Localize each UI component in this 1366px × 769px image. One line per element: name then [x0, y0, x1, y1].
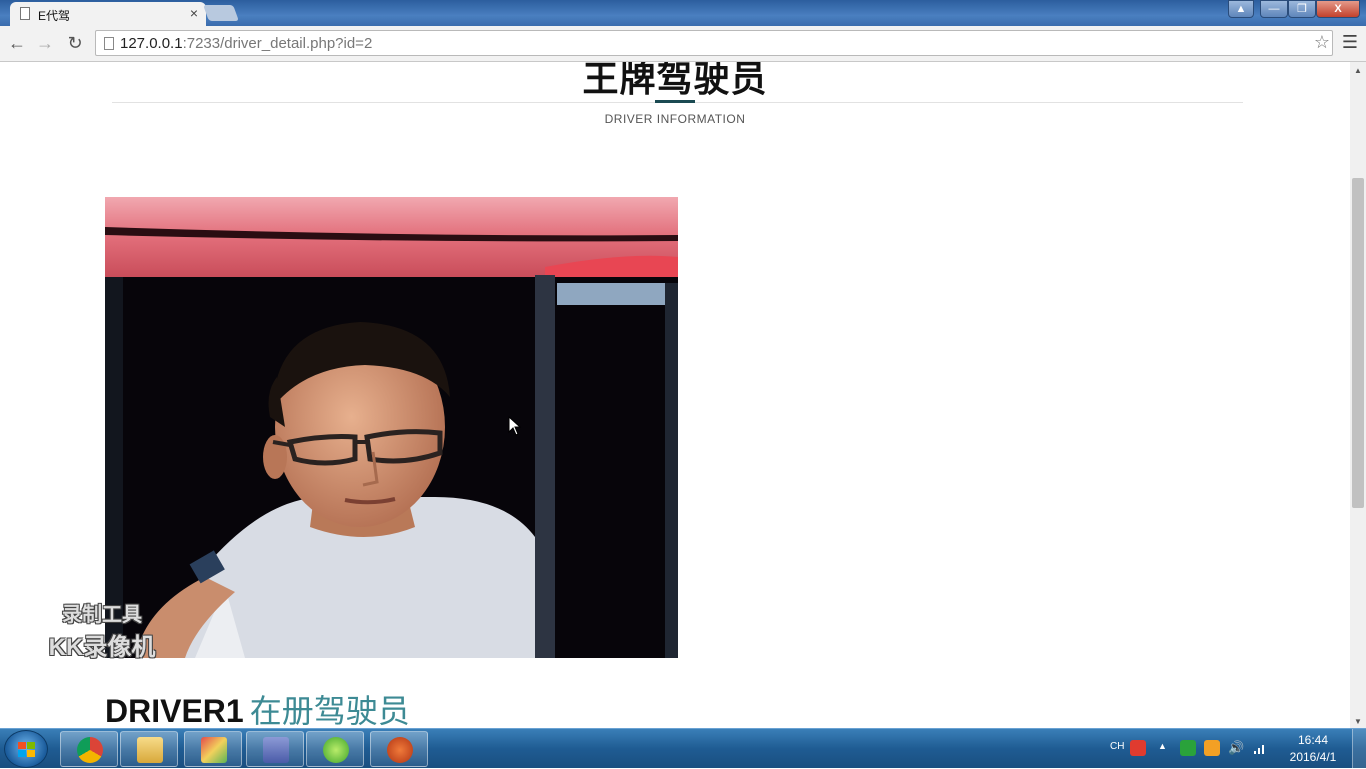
url-host: 127.0.0.1 — [120, 35, 183, 52]
system-clock[interactable]: 16:44 2016/4/1 — [1284, 732, 1342, 766]
forward-arrow-icon[interactable]: → — [34, 32, 56, 54]
mouse-cursor-icon — [508, 416, 522, 436]
watermark-line2: KK录像机 — [48, 634, 156, 661]
browser-toolbar: ← → ↻ 127.0.0.1:7233/driver_detail.php?i… — [0, 26, 1366, 62]
tray-expand-arrow-icon[interactable]: ▲ — [1158, 741, 1167, 751]
reload-icon[interactable]: ↻ — [64, 32, 86, 54]
recorder-watermark: 录制工具 KK录像机 — [32, 598, 172, 662]
user-profile-button[interactable]: ▲ — [1228, 0, 1254, 18]
driver-status: 在册驾驶员 — [249, 693, 410, 728]
refresh-app-icon — [323, 737, 349, 763]
back-arrow-icon[interactable]: ← — [6, 32, 28, 54]
security-shield-icon[interactable] — [1180, 740, 1196, 756]
url-path: :7233/driver_detail.php?id=2 — [182, 35, 373, 52]
menu-icon[interactable]: ☰ — [1340, 32, 1360, 53]
restore-button[interactable]: ❐ — [1288, 0, 1316, 18]
scroll-down-arrow-icon[interactable]: ▼ — [1354, 717, 1362, 726]
taskbar-php-button[interactable] — [246, 731, 304, 767]
address-bar[interactable]: 127.0.0.1:7233/driver_detail.php?id=2 ☆ — [95, 30, 1333, 56]
browser-tab-active[interactable]: E代驾 × — [10, 2, 206, 26]
show-desktop-button[interactable] — [1352, 729, 1366, 769]
close-window-button[interactable]: X — [1316, 0, 1360, 18]
url-text[interactable]: 127.0.0.1:7233/driver_detail.php?id=2 — [120, 35, 372, 52]
tray-app-icon[interactable] — [1204, 740, 1220, 756]
driver-heading: DRIVER1 在册驾驶员 — [105, 686, 410, 728]
windows-logo-icon — [18, 742, 35, 757]
sogou-ime-icon[interactable] — [1130, 740, 1146, 756]
scrollbar-thumb[interactable] — [1352, 178, 1364, 508]
taskbar-explorer-button[interactable] — [120, 731, 178, 767]
kk-recorder-icon — [387, 737, 413, 763]
paint-icon — [201, 737, 227, 763]
clock-time: 16:44 — [1297, 733, 1329, 747]
network-signal-icon[interactable] — [1252, 740, 1268, 756]
page-icon — [20, 7, 30, 20]
minimize-button[interactable]: — — [1260, 0, 1288, 18]
tray-language-indicator[interactable]: CH — [1110, 741, 1124, 752]
taskbar-chrome-button[interactable] — [60, 731, 118, 767]
start-button[interactable] — [4, 730, 48, 768]
new-tab-button[interactable] — [203, 5, 239, 21]
page-subtitle: DRIVER INFORMATION — [604, 112, 746, 126]
volume-icon[interactable]: 🔊 — [1228, 740, 1244, 756]
driver-photo — [105, 197, 678, 658]
watermark-line1: 录制工具 — [62, 604, 142, 626]
clock-date: 2016/4/1 — [1289, 750, 1337, 764]
chrome-icon — [77, 737, 103, 763]
tab-title: E代驾 — [38, 9, 71, 23]
page-viewport: 王牌驾驶员 DRIVER INFORMATION 录制工具 KK录像机 DRIV… — [0, 62, 1350, 728]
windows-taskbar: CH ▲ 🔊 16:44 2016/4/1 — [0, 728, 1366, 769]
bookmark-star-icon[interactable]: ☆ — [1314, 32, 1330, 53]
page-scrollbar[interactable]: ▲ ▼ — [1350, 62, 1366, 728]
page-title: 王牌驾驶员 — [582, 62, 768, 99]
browser-title-bar: E代驾 × ▲ — ❐ X — [0, 0, 1366, 26]
driver-name: DRIVER1 — [105, 693, 244, 728]
file-explorer-icon — [137, 737, 163, 763]
page-icon — [104, 37, 114, 50]
php-icon — [263, 737, 289, 763]
title-accent-bar — [655, 100, 695, 103]
taskbar-paint-button[interactable] — [184, 731, 242, 767]
tab-close-icon[interactable]: × — [190, 5, 198, 21]
scroll-up-arrow-icon[interactable]: ▲ — [1354, 66, 1362, 75]
taskbar-recorder-button[interactable] — [370, 731, 428, 767]
taskbar-app-button[interactable] — [306, 731, 364, 767]
